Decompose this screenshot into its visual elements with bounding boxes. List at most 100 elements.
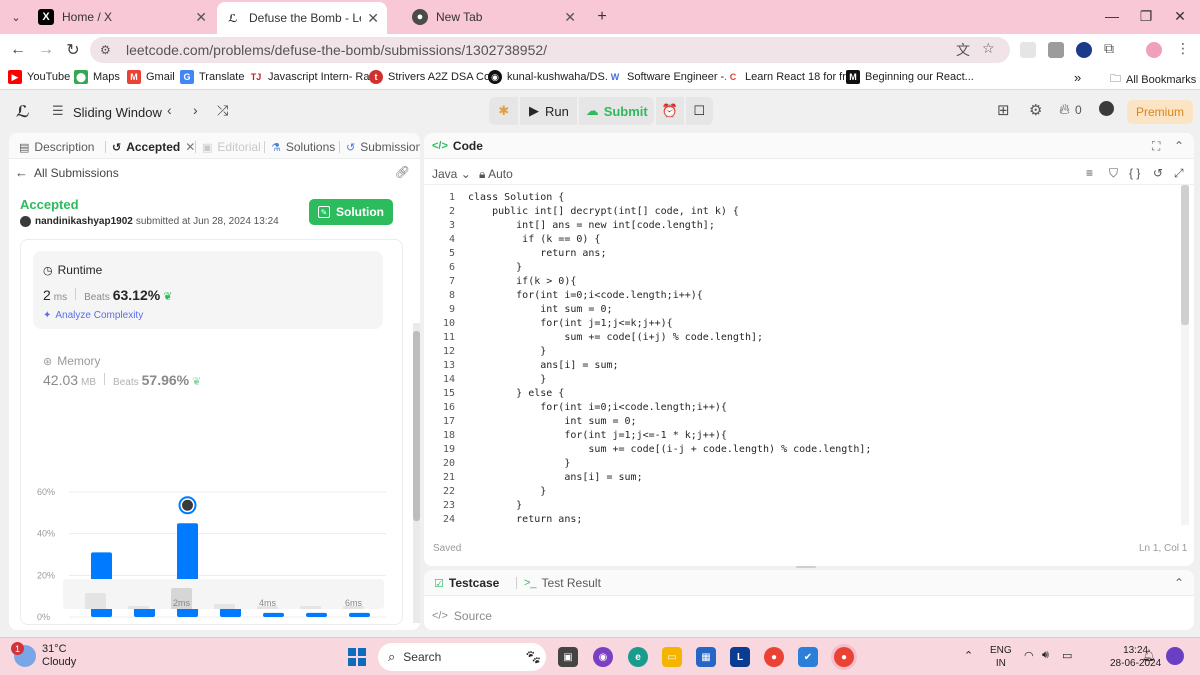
debug-button[interactable]: ✱ bbox=[489, 97, 519, 125]
submit-button[interactable]: ☁ Submit bbox=[579, 97, 655, 125]
run-button[interactable]: ▶ Run bbox=[520, 97, 578, 125]
bookmark-gmail[interactable]: M Gmail bbox=[127, 70, 175, 84]
all-bookmarks-button[interactable]: 🗀 All Bookmarks bbox=[1110, 70, 1196, 89]
panel-resize-handle[interactable] bbox=[796, 566, 816, 568]
braces-icon[interactable]: { } bbox=[1129, 166, 1140, 180]
tab-leetcode[interactable]: ℒ Defuse the Bomb - LeetCode ✕ bbox=[217, 2, 387, 34]
auto-mode-toggle[interactable]: 🔒︎ Auto bbox=[479, 167, 513, 182]
username[interactable]: nandinikashyap1902 bbox=[35, 216, 133, 227]
prev-problem-button[interactable]: ‹ bbox=[167, 102, 172, 118]
language-select[interactable]: Java ⌄ bbox=[432, 167, 471, 181]
shuffle-icon[interactable]: ⤮ bbox=[217, 102, 228, 119]
store-icon[interactable]: ▦ bbox=[696, 647, 716, 667]
bookmark-beginning-react[interactable]: M Beginning our React... bbox=[846, 70, 974, 84]
linkedin-learning-icon[interactable]: L bbox=[730, 647, 750, 667]
chart-bar[interactable] bbox=[263, 612, 284, 617]
todo-icon[interactable]: ✔ bbox=[798, 647, 818, 667]
extension-icon[interactable] bbox=[1020, 42, 1036, 58]
memory-card[interactable]: ⊛ Memory 42.03 MB Beats 57.96% ❦ bbox=[33, 342, 383, 402]
tab-accepted[interactable]: ↺ Accepted ✕ bbox=[112, 140, 195, 154]
avatar[interactable] bbox=[1099, 101, 1114, 116]
bookmark-maps[interactable]: ⬤ Maps bbox=[74, 70, 120, 84]
extension-icon[interactable] bbox=[1076, 42, 1092, 58]
leetcode-logo-icon[interactable]: ℒ bbox=[16, 102, 30, 122]
code-tab[interactable]: </> Code bbox=[432, 139, 483, 153]
format-icon[interactable]: ≡ bbox=[1086, 166, 1093, 180]
language-indicator[interactable]: ENG IN bbox=[990, 644, 1012, 670]
layout-grid-icon[interactable]: ⊞ bbox=[997, 101, 1010, 119]
site-settings-icon[interactable]: ⚙ bbox=[100, 43, 116, 57]
bookmark-javascript-intern[interactable]: TJ Javascript Intern- Ra... bbox=[249, 70, 379, 84]
tab-testcase[interactable]: ☑ Testcase bbox=[434, 576, 499, 590]
chart-bar[interactable] bbox=[349, 612, 370, 617]
task-view-icon[interactable]: ▣ bbox=[558, 647, 578, 667]
reload-button[interactable]: ↻ bbox=[63, 40, 83, 60]
notes-button[interactable]: ☐ bbox=[685, 97, 713, 125]
bookmark-software-engineer[interactable]: W Software Engineer -... bbox=[608, 70, 733, 84]
chrome-active-icon[interactable]: ● bbox=[834, 647, 854, 667]
tab-description[interactable]: ▤ Description bbox=[19, 140, 94, 154]
share-link-icon[interactable]: 🔗︎ bbox=[395, 165, 410, 179]
bookmark-youtube[interactable]: ▶ YouTube bbox=[8, 70, 70, 84]
taskbar-search[interactable]: ⌕ Search 🐾︎ bbox=[378, 643, 546, 671]
kebab-menu-icon[interactable]: ⋮ bbox=[1176, 40, 1190, 57]
chevron-up-icon[interactable]: ⌃ bbox=[1174, 576, 1184, 590]
tab-search-button[interactable]: ⌄ bbox=[4, 0, 28, 34]
bell-icon[interactable]: 🔔︎ bbox=[1142, 649, 1156, 662]
tab-new-tab[interactable]: ● New Tab ✕ bbox=[404, 0, 584, 34]
weather-widget[interactable]: 1 31°C Cloudy bbox=[11, 642, 76, 669]
forward-button[interactable]: → bbox=[36, 40, 56, 60]
more-bookmarks-button[interactable]: » bbox=[1074, 70, 1081, 85]
gear-icon[interactable]: ⚙ bbox=[1029, 101, 1042, 119]
tab-test-result[interactable]: >_ Test Result bbox=[524, 576, 601, 590]
chrome-icon[interactable]: ● bbox=[764, 647, 784, 667]
list-icon[interactable]: ☰ bbox=[52, 103, 64, 119]
bookmark-translate[interactable]: G Translate bbox=[180, 70, 244, 84]
bookmark-icon[interactable]: ⛉ bbox=[1109, 166, 1118, 181]
close-icon[interactable]: ✕ bbox=[195, 9, 207, 26]
star-icon[interactable]: ☆ bbox=[982, 40, 995, 57]
file-explorer-icon[interactable]: ▭ bbox=[662, 647, 682, 667]
problem-list-title[interactable]: Sliding Window bbox=[73, 105, 162, 120]
bookmark-strivers[interactable]: t Strivers A2Z DSA Co... bbox=[369, 70, 499, 84]
volume-icon[interactable]: 🔊︎ bbox=[1042, 649, 1049, 662]
reset-icon[interactable]: ↺ bbox=[1153, 166, 1163, 180]
tab-editorial[interactable]: ▣ Editorial bbox=[202, 140, 261, 154]
app-icon[interactable]: ◉ bbox=[593, 647, 613, 667]
premium-button[interactable]: Premium bbox=[1127, 100, 1193, 124]
next-problem-button[interactable]: › bbox=[193, 102, 198, 118]
scrollbar-thumb[interactable] bbox=[413, 331, 420, 521]
bookmark-learn-react[interactable]: C Learn React 18 for fr... bbox=[726, 70, 854, 84]
edge-icon[interactable]: e bbox=[628, 647, 648, 667]
code-scrollbar[interactable] bbox=[1181, 185, 1189, 525]
close-window-button[interactable]: ✕ bbox=[1160, 0, 1200, 32]
wifi-icon[interactable]: ◠ bbox=[1024, 649, 1034, 662]
profile-avatar[interactable] bbox=[1146, 42, 1162, 58]
translate-icon[interactable]: 文 bbox=[956, 40, 970, 60]
extension-icon[interactable] bbox=[1048, 42, 1064, 58]
source-tab[interactable]: </> Source bbox=[432, 609, 492, 623]
copilot-icon[interactable] bbox=[1166, 647, 1184, 665]
tab-home-x[interactable]: X Home / X ✕ bbox=[30, 0, 215, 34]
tab-solutions[interactable]: ⚗ Solutions bbox=[271, 140, 335, 154]
chevron-up-icon[interactable]: ⌃ bbox=[964, 649, 973, 662]
expand-icon[interactable]: ⤢ bbox=[1174, 166, 1184, 181]
bookmark-github[interactable]: ◉ kunal-kushwaha/DS... bbox=[488, 70, 614, 84]
left-scrollbar[interactable] bbox=[413, 323, 420, 623]
chevron-up-icon[interactable]: ⌃ bbox=[1174, 139, 1184, 153]
timer-button[interactable]: ⏰ bbox=[656, 97, 684, 125]
all-submissions-link[interactable]: ← All Submissions bbox=[15, 165, 119, 180]
start-button[interactable] bbox=[348, 648, 366, 666]
close-icon[interactable]: ✕ bbox=[185, 140, 195, 154]
scrollbar-thumb[interactable] bbox=[1181, 185, 1189, 325]
maximize-icon[interactable]: ⛶ bbox=[1152, 139, 1160, 154]
back-button[interactable]: ← bbox=[8, 40, 28, 60]
puzzle-icon[interactable]: ⧉ bbox=[1104, 40, 1114, 57]
runtime-card[interactable]: ◷ Runtime 2 ms Beats 63.12% ❦ ✦ Analyze Co… bbox=[33, 251, 383, 329]
fire-icon[interactable]: 🔥︎ bbox=[1059, 101, 1070, 118]
solution-button[interactable]: ✎ Solution bbox=[309, 199, 393, 225]
new-tab-button[interactable]: + bbox=[590, 0, 614, 34]
close-icon[interactable]: ✕ bbox=[564, 9, 576, 26]
tab-submissions[interactable]: ↺ Submission bbox=[346, 140, 420, 154]
chart-bar[interactable] bbox=[306, 612, 327, 617]
